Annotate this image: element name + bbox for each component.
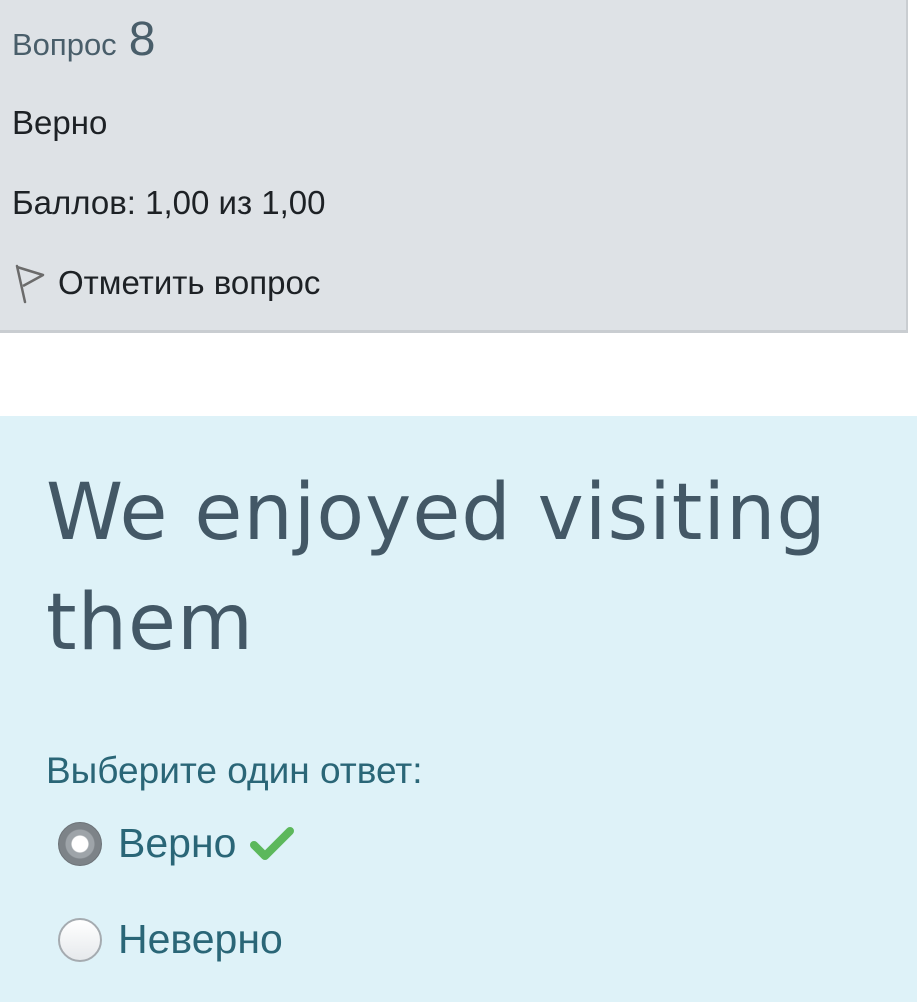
question-text: We enjoyed visiting them [46,458,917,678]
question-content: We enjoyed visiting them Выберите один о… [0,416,917,1002]
question-text-content: We enjoyed visiting them [46,468,827,668]
radio-true[interactable] [58,821,102,866]
flag-question-label: Отметить вопрос [58,264,321,301]
answer-prompt: Выберите один ответ: [46,750,423,791]
answer-option-false[interactable]: Неверно [58,916,283,963]
radio-false[interactable] [58,917,102,962]
question-label: Вопрос [12,27,117,62]
answer-option-true[interactable]: Верно [58,820,295,867]
flag-question-button[interactable]: Отметить вопрос [12,262,320,304]
question-number: 8 [128,13,156,66]
answer-option-label: Неверно [118,916,283,962]
question-info-panel: Вопрос 8 Верно Баллов: 1,00 из 1,00 Отме… [0,0,908,333]
answer-option-label: Верно [118,820,237,866]
question-number-heading: Вопрос 8 [12,16,155,64]
flag-icon [15,264,45,304]
check-icon [250,826,295,860]
question-grade: Баллов: 1,00 из 1,00 [12,184,326,221]
question-state: Верно [12,104,108,141]
